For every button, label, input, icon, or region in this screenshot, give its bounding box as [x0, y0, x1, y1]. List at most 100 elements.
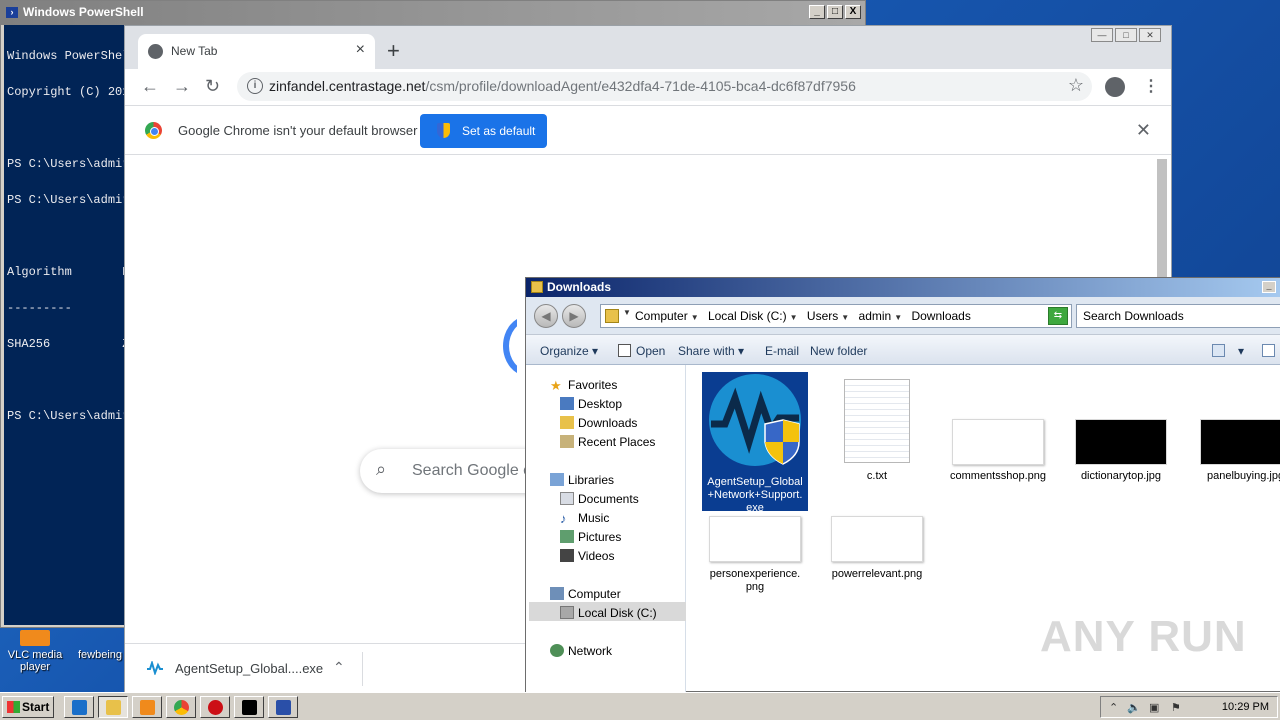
- back-arrow-icon[interactable]: ◀: [534, 304, 558, 328]
- taskbar-explorer[interactable]: [98, 696, 128, 718]
- nav-label: Downloads: [578, 416, 638, 430]
- minimize-button[interactable]: —: [1091, 28, 1113, 42]
- profile-avatar-icon[interactable]: [1105, 77, 1125, 97]
- open-button[interactable]: Open: [636, 344, 665, 358]
- set-as-default-button[interactable]: Set as default: [420, 114, 547, 148]
- nav-local-disk[interactable]: Local Disk (C:): [560, 606, 657, 620]
- system-tray: ⌃ 🔈 ▣ ⚑ 10:29 PM: [1100, 696, 1278, 718]
- file-item-agentsetup[interactable]: AgentSetup_Global+Network+Support.exe: [702, 372, 808, 514]
- powershell-icon: ›: [6, 7, 18, 18]
- search-placeholder: Search Downloads: [1083, 309, 1184, 323]
- powershell-titlebar[interactable]: › Windows PowerShell _ □ X: [1, 1, 865, 25]
- preview-pane-icon[interactable]: [1262, 344, 1275, 357]
- email-button[interactable]: E-mail: [765, 344, 799, 358]
- file-item-dictionarytop[interactable]: dictionarytop.jpg: [1068, 419, 1174, 483]
- new-folder-button[interactable]: New folder: [810, 344, 867, 358]
- file-name: personexperience.png: [709, 568, 801, 593]
- breadcrumb-arrow-icon[interactable]: ▼: [790, 313, 798, 322]
- agent-waveform-icon: [147, 661, 163, 675]
- tab-new-tab[interactable]: New Tab ×: [138, 34, 375, 69]
- nav-label: Favorites: [568, 378, 618, 392]
- breadcrumb-item[interactable]: Users: [807, 309, 838, 323]
- kebab-menu-icon[interactable]: ⋮: [1143, 76, 1159, 96]
- file-item-c-txt[interactable]: c.txt: [824, 379, 930, 483]
- breadcrumb-item[interactable]: admin: [859, 309, 892, 323]
- maximize-button[interactable]: □: [827, 5, 843, 19]
- explorer-titlebar[interactable]: Downloads _: [526, 278, 1280, 297]
- windows-logo-icon: [7, 701, 20, 713]
- start-button[interactable]: Start: [2, 696, 54, 718]
- search-input[interactable]: Search Downloads: [1076, 304, 1280, 328]
- taskbar-powershell[interactable]: [268, 696, 298, 718]
- nav-desktop[interactable]: Desktop: [560, 397, 622, 411]
- taskbar-opera[interactable]: [200, 696, 230, 718]
- libraries-icon: [550, 473, 564, 486]
- download-item-name[interactable]: AgentSetup_Global....exe: [175, 661, 323, 676]
- file-item-commentsshop[interactable]: commentsshop.png: [945, 419, 1051, 483]
- close-button[interactable]: ✕: [1139, 28, 1161, 42]
- file-name: AgentSetup_Global+Network+Support.exe: [707, 476, 803, 514]
- action-center-flag-icon[interactable]: ⚑: [1171, 701, 1181, 714]
- divider: [362, 652, 363, 686]
- show-hidden-icons-icon[interactable]: ⌃: [1109, 701, 1118, 714]
- taskbar-chrome[interactable]: [166, 696, 196, 718]
- nav-documents[interactable]: Documents: [560, 492, 639, 506]
- minimize-button[interactable]: _: [809, 5, 825, 19]
- breadcrumb-arrow-icon[interactable]: ▼: [841, 313, 849, 322]
- volume-icon[interactable]: 🔈: [1127, 701, 1141, 714]
- nav-libraries[interactable]: Libraries: [550, 473, 614, 487]
- forward-arrow-icon[interactable]: →: [173, 76, 191, 97]
- organize-button[interactable]: Organize ▾: [540, 344, 598, 358]
- view-options-icon[interactable]: [1212, 344, 1225, 357]
- close-button[interactable]: X: [845, 5, 861, 19]
- file-item-panelbuying[interactable]: panelbuying.jpg: [1190, 419, 1280, 483]
- nav-network[interactable]: Network: [550, 644, 612, 658]
- new-tab-button[interactable]: +: [387, 38, 400, 64]
- taskbar-ie[interactable]: [64, 696, 94, 718]
- desktop-icon-vlc[interactable]: VLC media player: [5, 630, 65, 673]
- nav-label: Pictures: [578, 530, 622, 544]
- clock[interactable]: 10:29 PM: [1222, 701, 1269, 713]
- reload-icon[interactable]: ↻: [205, 76, 220, 97]
- breadcrumb-item[interactable]: Downloads: [911, 309, 970, 323]
- address-bar[interactable]: i zinfandel.centrastage.net/csm/profile/…: [237, 72, 1092, 101]
- back-arrow-icon[interactable]: ←: [141, 76, 159, 97]
- nav-recent-places[interactable]: Recent Places: [560, 435, 656, 449]
- chevron-down-icon[interactable]: ▼: [623, 308, 631, 317]
- chevron-down-icon[interactable]: ▾: [1238, 344, 1244, 358]
- console-output[interactable]: Windows PowerShel Copyright (C) 201 PS C…: [4, 25, 125, 625]
- bookmark-star-icon[interactable]: ☆: [1068, 75, 1084, 96]
- breadcrumb[interactable]: ▼ Computer ▼ Local Disk (C:) ▼ Users ▼ admi…: [600, 304, 1072, 328]
- nav-music[interactable]: ♪ Music: [560, 511, 609, 526]
- infobar-close-icon[interactable]: ✕: [1136, 120, 1151, 141]
- nav-videos[interactable]: Videos: [560, 549, 614, 563]
- share-with-button[interactable]: Share with ▾: [678, 344, 744, 358]
- vertical-scrollbar[interactable]: [1157, 159, 1167, 289]
- breadcrumb-arrow-icon[interactable]: ▼: [691, 313, 699, 322]
- refresh-icon[interactable]: ⇆: [1048, 307, 1068, 325]
- maximize-button[interactable]: □: [1115, 28, 1137, 42]
- image-thumbnail: [1075, 419, 1167, 465]
- breadcrumb-arrow-icon[interactable]: ▼: [894, 313, 902, 322]
- desktop-icon-fewbeing[interactable]: fewbeing: [70, 630, 130, 661]
- chevron-up-icon[interactable]: ⌃: [333, 659, 345, 676]
- breadcrumb-item[interactable]: Computer: [635, 309, 688, 323]
- tab-close-icon[interactable]: ×: [356, 41, 365, 59]
- nav-pictures[interactable]: Pictures: [560, 530, 622, 544]
- nav-downloads[interactable]: Downloads: [560, 416, 638, 430]
- file-item-personexperience[interactable]: personexperience.png: [702, 516, 808, 594]
- nav-favorites[interactable]: ★ Favorites: [550, 378, 618, 393]
- nav-label: Recent Places: [578, 435, 656, 449]
- taskbar-cmd[interactable]: [234, 696, 264, 718]
- forward-arrow-icon[interactable]: ▶: [562, 304, 586, 328]
- network-icon[interactable]: ▣: [1149, 701, 1159, 714]
- taskbar-media-player[interactable]: [132, 696, 162, 718]
- window-title: Windows PowerShell: [23, 5, 144, 19]
- breadcrumb-item[interactable]: Local Disk (C:): [708, 309, 787, 323]
- file-item-powerrelevant[interactable]: powerrelevant.png: [824, 516, 930, 581]
- file-name: panelbuying.jpg: [1207, 470, 1280, 482]
- minimize-button[interactable]: _: [1262, 281, 1276, 293]
- nav-computer[interactable]: Computer: [550, 587, 621, 601]
- url-text[interactable]: zinfandel.centrastage.net/csm/profile/do…: [269, 78, 856, 94]
- info-icon[interactable]: i: [247, 78, 263, 94]
